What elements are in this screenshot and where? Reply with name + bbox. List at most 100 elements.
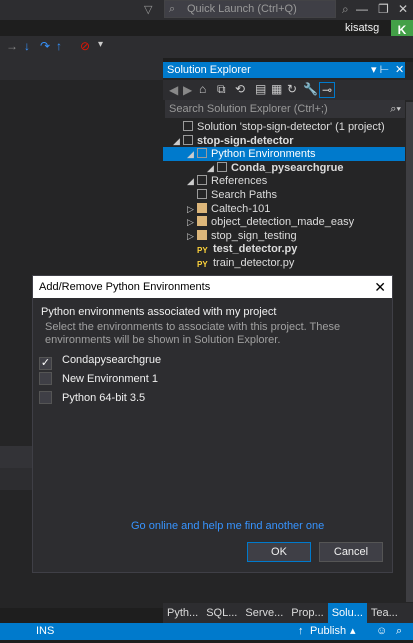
tree-item-label: object_detection_made_easy: [211, 216, 355, 229]
dialog-title: Add/Remove Python Environments: [39, 281, 211, 293]
show-all-files-icon[interactable]: ▦: [271, 82, 282, 96]
quick-launch-icon: ⌕: [169, 3, 176, 15]
preview-icon[interactable]: ⊸: [319, 82, 336, 98]
tree-item[interactable]: Solution 'stop-sign-detector' (1 project…: [163, 120, 405, 134]
cancel-button[interactable]: Cancel: [319, 542, 383, 562]
python-file-icon: PY: [197, 260, 208, 269]
tree-item-label: train_detector.py: [213, 257, 295, 269]
find-environment-link[interactable]: Go online and help me find another one: [131, 520, 324, 532]
environment-option[interactable]: ✓ Condapysearchgrue: [39, 352, 339, 370]
tool-window-tab[interactable]: Pyth...: [163, 603, 202, 623]
step-over-icon[interactable]: ↷: [40, 39, 50, 53]
environment-option[interactable]: New Environment 1: [39, 371, 339, 387]
toolbar: → ↓ ↷ ↑ ⊘ ▾: [0, 36, 413, 58]
tool-window-tab[interactable]: Serve...: [241, 603, 287, 623]
tree-item[interactable]: ▷ stop_sign_testing: [163, 229, 405, 243]
publish-button[interactable]: Publish: [310, 623, 346, 640]
step-out-icon[interactable]: ↑: [56, 39, 62, 53]
environment-checkbox[interactable]: [39, 391, 52, 404]
tree-item-label: stop_sign_testing: [211, 229, 297, 242]
dialog-description: Select the environments to associate wit…: [45, 321, 341, 346]
document-header: [0, 58, 163, 80]
notifications-icon[interactable]: ⌕: [396, 623, 402, 640]
tree-item[interactable]: ▷ object_detection_made_easy: [163, 215, 405, 229]
tree-item-label: test_detector.py: [213, 243, 298, 256]
environment-label: New Environment 1: [62, 373, 158, 385]
feedback-icon[interactable]: ☺: [376, 623, 387, 640]
toolbar-overflow-icon[interactable]: ▾: [98, 39, 103, 50]
tree-item[interactable]: PY test_detector.py: [163, 242, 405, 256]
tree-item[interactable]: ◢ Python Environments: [163, 147, 405, 162]
folder-icon: [197, 216, 207, 227]
title-bar: ▽ ⌕ Quick Launch (Ctrl+Q) ⌕ — ❐ ✕: [0, 0, 413, 20]
references-icon: [197, 175, 207, 186]
tree-item[interactable]: ◢ References: [163, 174, 405, 188]
tree-item-label: Conda_pysearchgrue: [231, 161, 344, 174]
solution-explorer-toolbar: ◀ ▶ ⌂ ⧉ ⟲ ▤ ▦ ↻ 🔧 ⊸: [163, 80, 413, 100]
tree-item-label: stop-sign-detector: [197, 134, 294, 147]
tree-item[interactable]: ▷ Caltech-101: [163, 202, 405, 216]
minimize-button[interactable]: —: [356, 2, 368, 16]
insert-mode-indicator: INS: [36, 625, 55, 637]
tree-item[interactable]: PY train_detector.py: [163, 256, 405, 270]
python-file-icon: PY: [197, 246, 208, 256]
solution-explorer-title: Solution Explorer ▾ ⊢ ✕: [163, 62, 405, 78]
properties-icon[interactable]: 🔧: [303, 82, 318, 96]
expand-arrow-icon[interactable]: ▷: [187, 229, 197, 243]
home-icon[interactable]: ⌂: [199, 82, 206, 96]
tool-window-tab[interactable]: Solu...: [327, 603, 367, 623]
quick-launch-placeholder: Quick Launch (Ctrl+Q): [187, 3, 297, 15]
expand-arrow-icon[interactable]: ◢: [207, 161, 217, 175]
expand-arrow-icon[interactable]: ▷: [187, 215, 197, 229]
solution-explorer-scrollbar[interactable]: [406, 102, 413, 602]
solution-explorer-search[interactable]: Search Solution Explorer (Ctrl+;) ⌕▾: [165, 100, 405, 118]
environment-checkbox[interactable]: [39, 372, 52, 385]
filter-icon[interactable]: ▽: [144, 3, 152, 16]
tree-item[interactable]: ◢ stop-sign-detector: [163, 134, 405, 148]
step-back-icon[interactable]: →: [6, 39, 18, 53]
maximize-button[interactable]: ❐: [378, 2, 389, 16]
refresh-icon[interactable]: ↻: [287, 82, 297, 96]
tool-window-tab[interactable]: SQL...: [202, 603, 241, 623]
tree-item[interactable]: Search Paths: [163, 188, 405, 202]
solution-explorer-title-text: Solution Explorer: [167, 64, 251, 76]
switch-views-icon[interactable]: ⧉: [217, 82, 226, 97]
folder-icon: [197, 229, 207, 240]
pin-icon[interactable]: ▾ ⊢: [371, 62, 389, 78]
tool-window-tab[interactable]: Tea...: [367, 603, 402, 623]
dialog-close-button[interactable]: ✕: [374, 276, 386, 298]
ok-button[interactable]: OK: [247, 542, 311, 562]
step-into-icon[interactable]: ↓: [24, 39, 30, 53]
expand-arrow-icon[interactable]: ▷: [187, 202, 197, 216]
publish-chevron-icon[interactable]: ▴: [350, 623, 356, 640]
expand-arrow-icon[interactable]: ◢: [187, 147, 197, 161]
search-icon[interactable]: ⌕: [342, 2, 349, 17]
add-remove-environments-dialog: Add/Remove Python Environments ✕ Python …: [32, 275, 393, 573]
sync-icon[interactable]: ⟲: [235, 82, 245, 96]
environment-list: ✓ Condapysearchgrue New Environment 1 Pytho…: [33, 352, 373, 412]
dialog-title-bar: Add/Remove Python Environments ✕: [33, 276, 392, 298]
tree-item-label: Caltech-101: [211, 202, 271, 215]
environment-option[interactable]: Python 64-bit 3.5: [39, 390, 339, 406]
solution-tree: Solution 'stop-sign-detector' (1 project…: [163, 120, 405, 270]
back-icon[interactable]: ◀: [169, 83, 178, 97]
tool-window-tabs: Pyth... SQL... Serve... Prop... Solu... Tea..…: [163, 603, 413, 639]
environments-icon: [197, 148, 207, 159]
expand-arrow-icon[interactable]: ◢: [187, 174, 197, 188]
quick-launch-input[interactable]: ⌕ Quick Launch (Ctrl+Q): [164, 0, 336, 18]
close-window-button[interactable]: ✕: [398, 2, 408, 16]
tree-item[interactable]: ◢ Conda_pysearchgrue: [163, 161, 405, 175]
python-project-icon: [183, 134, 193, 145]
user-name[interactable]: kisatsg: [345, 22, 379, 34]
tree-item-label: Solution 'stop-sign-detector' (1 project…: [197, 121, 385, 133]
tool-window-tab[interactable]: Prop...: [287, 603, 327, 623]
breakpoint-icon[interactable]: ⊘: [80, 39, 90, 53]
search-options-icon[interactable]: ⌕▾: [390, 100, 401, 118]
forward-icon[interactable]: ▶: [183, 83, 192, 97]
collapse-all-icon[interactable]: ▤: [255, 82, 266, 96]
environment-checkbox[interactable]: ✓: [39, 357, 52, 370]
expand-arrow-icon[interactable]: ◢: [173, 134, 183, 148]
tree-item-label: References: [211, 175, 268, 188]
close-panel-icon[interactable]: ✕: [395, 62, 404, 78]
tree-item-label: Search Paths: [211, 189, 278, 201]
